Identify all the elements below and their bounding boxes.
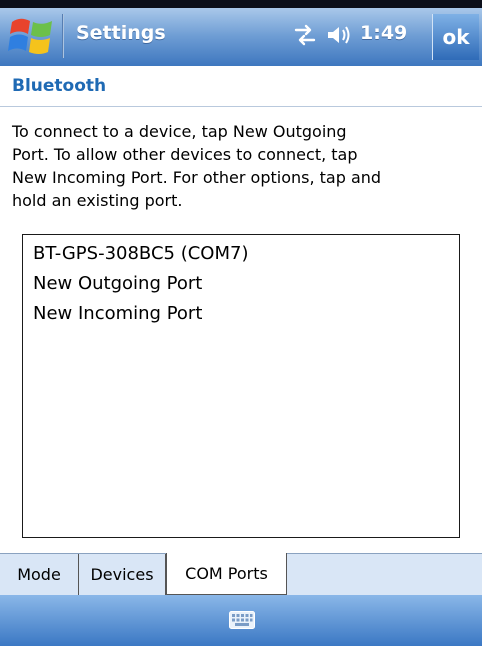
window-title: Settings xyxy=(76,22,166,44)
title-separator xyxy=(62,14,64,58)
menu-bar xyxy=(0,595,482,646)
instructions-line: To connect to a device, tap New Outgoing xyxy=(12,122,347,141)
clock[interactable]: 1:49 xyxy=(360,22,407,44)
page-header: Bluetooth xyxy=(0,66,482,107)
port-item-bt-gps[interactable]: BT-GPS-308BC5 (COM7) xyxy=(33,243,248,264)
device-screen: Settings 1:49 ok Bluetooth To connect to… xyxy=(0,0,482,646)
tab-mode[interactable]: Mode xyxy=(0,554,79,595)
port-item-new-incoming[interactable]: New Incoming Port xyxy=(33,303,202,324)
windows-start-icon xyxy=(8,18,52,54)
port-list[interactable]: BT-GPS-308BC5 (COM7) New Outgoing Port N… xyxy=(22,234,460,538)
tab-strip: Mode Devices COM Ports xyxy=(0,553,482,595)
start-button[interactable] xyxy=(6,12,58,62)
keyboard-icon[interactable] xyxy=(229,611,255,629)
tab-devices[interactable]: Devices xyxy=(79,554,166,595)
title-bar: Settings 1:49 ok xyxy=(0,0,482,66)
page-title: Bluetooth xyxy=(12,76,107,96)
instructions-line: Port. To allow other devices to connect,… xyxy=(12,145,358,164)
ok-button[interactable]: ok xyxy=(432,14,479,60)
instructions-line: New Incoming Port. For other options, ta… xyxy=(12,168,382,187)
instructions-line: hold an existing port. xyxy=(12,191,183,210)
connectivity-icon[interactable] xyxy=(292,22,318,48)
tab-com-ports[interactable]: COM Ports xyxy=(166,553,287,595)
volume-icon[interactable] xyxy=(326,23,352,47)
port-item-new-outgoing[interactable]: New Outgoing Port xyxy=(33,273,202,294)
instructions-text: To connect to a device, tap New Outgoing… xyxy=(12,120,474,212)
